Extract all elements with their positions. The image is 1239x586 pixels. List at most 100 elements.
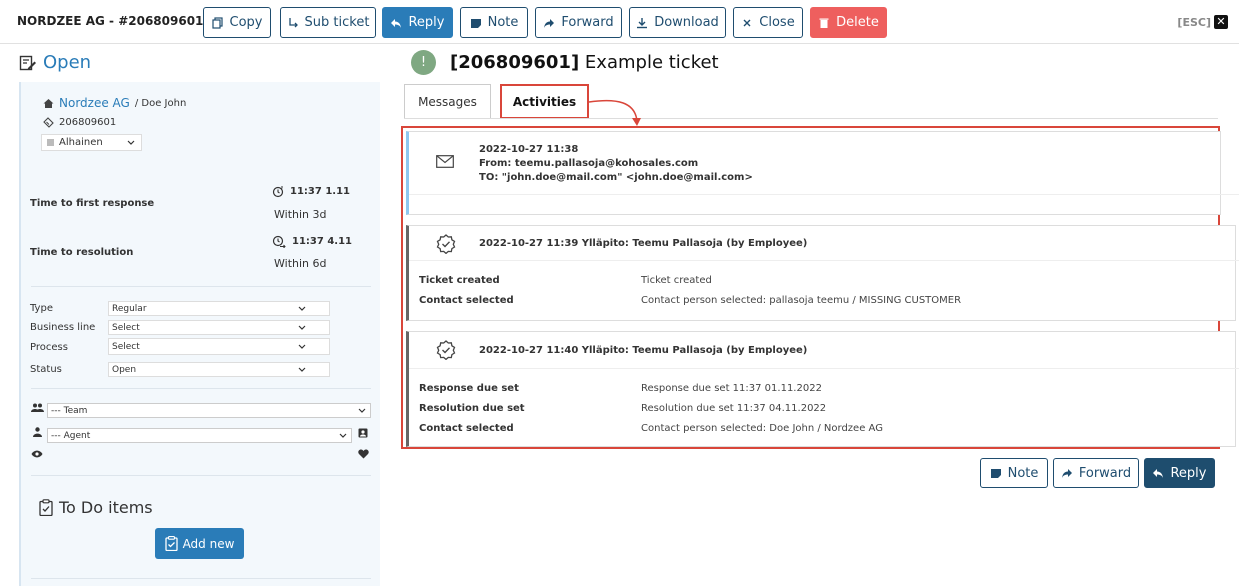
copy-button[interactable]: Copy	[203, 7, 271, 38]
footer-reply-button[interactable]: Reply	[1144, 458, 1215, 488]
forward-icon	[1061, 469, 1072, 478]
type-label: Type	[30, 303, 53, 314]
status-label: Open	[43, 52, 92, 73]
time-first-sub: Within 3d	[274, 208, 327, 221]
chevron-down-icon	[298, 344, 306, 349]
status-header: Open	[19, 52, 91, 73]
ticket-icon	[43, 117, 54, 128]
annotation-arrow	[588, 99, 641, 126]
window-close-icon[interactable]: ✕	[1214, 15, 1228, 29]
company-row: Nordzee AG / Doe John	[43, 96, 186, 110]
delete-button[interactable]: Delete	[810, 7, 887, 38]
chevron-down-icon	[298, 367, 306, 372]
chevron-down-icon	[358, 408, 366, 413]
ticket-number-row: 206809601	[43, 117, 116, 128]
footer-note-button[interactable]: Note	[980, 458, 1048, 488]
time-resolution-sub: Within 6d	[274, 257, 327, 270]
ticket-status-icon: !	[411, 50, 436, 75]
ticket-number: 206809601	[59, 117, 117, 128]
ticket-sidebar: Nordzee AG / Doe John 206809601 Alhainen…	[19, 82, 380, 586]
eye-icon[interactable]	[31, 450, 43, 458]
activity-row-label: Contact selected	[419, 295, 514, 306]
heart-icon[interactable]	[358, 449, 369, 459]
forward-icon	[544, 18, 555, 28]
activity-email[interactable]: 2022-10-27 11:38 From: teemu.pallasoja@k…	[406, 131, 1239, 215]
activity-row-label: Ticket created	[419, 275, 500, 286]
close-icon	[743, 19, 751, 26]
activity-row-value: Contact person selected: Doe John / Nord…	[641, 423, 883, 434]
activity-row-value: Contact person selected: pallasoja teemu…	[641, 295, 962, 306]
email-date: 2022-10-27 11:38	[479, 144, 579, 155]
chevron-down-icon	[127, 140, 135, 145]
type-select[interactable]: Regular	[108, 301, 330, 316]
contact-name: / Doe John	[134, 97, 187, 109]
divider	[31, 388, 371, 389]
edit-icon	[19, 55, 36, 70]
timer-icon	[272, 186, 284, 198]
status-field-label: Status	[30, 364, 62, 375]
forward-button[interactable]: Forward	[535, 7, 622, 38]
footer-forward-button[interactable]: Forward	[1053, 458, 1139, 488]
chevron-down-icon	[339, 433, 347, 438]
priority-color-icon	[47, 139, 54, 146]
badge-check-icon	[436, 340, 456, 360]
activity-row-label: Response due set	[419, 383, 519, 394]
note-icon	[990, 469, 1001, 478]
email-from: From: teemu.pallasoja@kohosales.com	[479, 158, 699, 169]
sub-ticket-button[interactable]: Sub ticket	[280, 7, 376, 38]
activity-entry: 2022-10-27 11:40 Ylläpito: Teemu Pallaso…	[406, 331, 1239, 447]
reply-icon	[391, 18, 402, 28]
note-button[interactable]: Note	[460, 7, 528, 38]
time-first-label: Time to first response	[30, 198, 155, 209]
window-title: NORDZEE AG - #206809601	[17, 14, 204, 28]
business-line-label: Business line	[30, 322, 96, 333]
divider	[31, 578, 371, 579]
reply-icon	[1153, 469, 1164, 478]
time-first-value: 11:37 1.11	[272, 185, 350, 198]
agent-select[interactable]: --- Agent	[47, 428, 352, 443]
business-line-select[interactable]: Select	[108, 320, 330, 335]
ticket-id: [206809601]	[450, 52, 580, 73]
team-icon	[31, 403, 44, 412]
download-button[interactable]: Download	[629, 7, 726, 38]
priority-select[interactable]: Alhainen	[41, 134, 142, 151]
status-select[interactable]: Open	[108, 362, 330, 377]
add-todo-button[interactable]: Add new	[155, 528, 244, 559]
activities-panel: 2022-10-27 11:38 From: teemu.pallasoja@k…	[401, 126, 1239, 449]
assign-me-icon[interactable]	[358, 427, 368, 438]
team-select[interactable]: --- Team	[47, 403, 371, 418]
activity-row-value: Ticket created	[641, 275, 712, 286]
divider	[31, 286, 371, 287]
email-to: TO: "john.doe@mail.com" <john.doe@mail.c…	[479, 172, 753, 183]
chevron-down-icon	[298, 325, 306, 330]
download-icon	[637, 17, 648, 28]
divider	[409, 260, 1239, 261]
tab-activities[interactable]: Activities	[500, 84, 589, 119]
reply-button[interactable]: Reply	[382, 7, 453, 38]
close-button[interactable]: Close	[733, 7, 803, 38]
sub-arrow-icon	[288, 17, 298, 27]
timer-end-icon	[272, 235, 286, 248]
home-icon	[43, 98, 54, 108]
activity-header: 2022-10-27 11:39 Ylläpito: Teemu Pallaso…	[479, 238, 808, 249]
time-resolution-value: 11:37 4.11	[272, 235, 352, 248]
esc-hint: [ESC]	[1177, 16, 1211, 29]
process-select[interactable]: Select	[108, 338, 330, 355]
copy-icon	[211, 16, 223, 29]
chevron-down-icon	[298, 306, 306, 311]
clipboard-check-icon	[39, 499, 53, 516]
tab-messages[interactable]: Messages	[404, 84, 491, 119]
time-resolution-label: Time to resolution	[30, 247, 134, 258]
activity-row-value: Resolution due set 11:37 04.11.2022	[641, 403, 827, 414]
divider	[409, 194, 1239, 195]
note-icon	[470, 18, 481, 28]
trash-icon	[819, 18, 829, 28]
divider	[31, 475, 371, 476]
activity-entry: 2022-10-27 11:39 Ylläpito: Teemu Pallaso…	[406, 225, 1239, 321]
activity-row-value: Response due set 11:37 01.11.2022	[641, 383, 822, 394]
envelope-icon	[436, 155, 454, 168]
activity-header: 2022-10-27 11:40 Ylläpito: Teemu Pallaso…	[479, 345, 808, 356]
company-link[interactable]: Nordzee AG	[59, 96, 130, 110]
divider	[409, 368, 1239, 369]
activity-row-label: Resolution due set	[419, 403, 525, 414]
